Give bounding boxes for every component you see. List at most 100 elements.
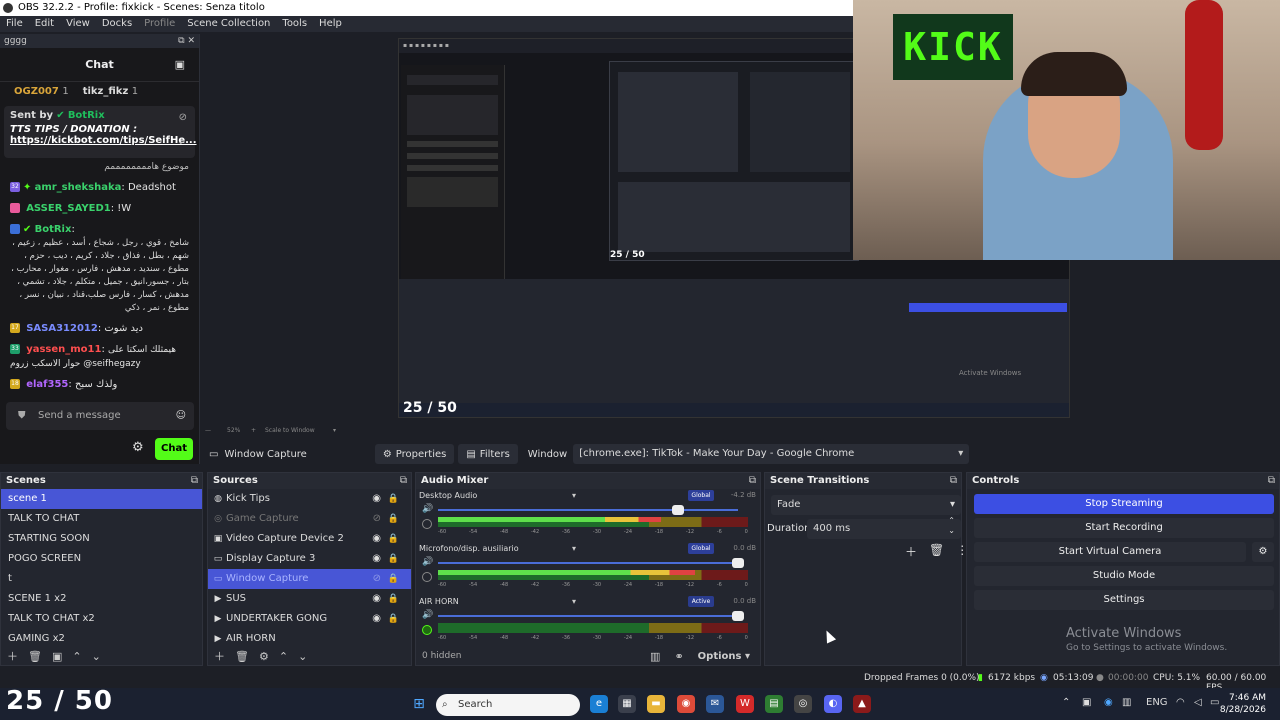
eye-hidden-icon[interactable]: ⊘ <box>373 569 381 589</box>
start-virtual-camera-button[interactable]: Start Virtual Camera <box>974 542 1246 562</box>
source-item[interactable]: ▭ Display Capture 3 ◉ 🔒 <box>208 549 411 569</box>
scene-item[interactable]: t <box>1 569 202 589</box>
lock-icon[interactable]: 🔒 <box>388 569 399 589</box>
options-button[interactable]: Options ▾ <box>698 651 750 662</box>
volume-slider-knob[interactable] <box>732 611 744 621</box>
eye-hidden-icon[interactable]: ⊘ <box>373 509 381 529</box>
gear-icon[interactable]: ⚙ <box>132 440 144 455</box>
add-scene-icon[interactable]: ＋ <box>7 648 18 664</box>
send-chat-button[interactable]: Chat <box>155 438 193 460</box>
language-indicator[interactable]: ENG <box>1146 697 1168 708</box>
volume-slider[interactable] <box>438 615 738 617</box>
chevron-down-icon[interactable]: ▾ <box>572 544 576 553</box>
scene-item[interactable]: scene 1 <box>1 489 202 509</box>
volume-slider-knob[interactable] <box>732 558 744 568</box>
volume-icon[interactable]: 🔊 <box>422 557 433 567</box>
gear-icon[interactable]: ⚙ <box>259 650 269 663</box>
source-item[interactable]: ▣ Video Capture Device 2 ◉ 🔒 <box>208 529 411 549</box>
clock[interactable]: 7:46 AM 8/28/2026 <box>1220 692 1266 716</box>
eye-icon[interactable]: ◉ <box>372 589 381 609</box>
gift-icon[interactable]: ▣ <box>175 48 185 82</box>
zoom-in-icon[interactable]: + <box>251 427 256 434</box>
wps-icon[interactable]: W <box>736 695 754 713</box>
app-icon[interactable]: ▲ <box>853 695 871 713</box>
chevron-down-icon[interactable]: ▾ <box>572 491 576 500</box>
menu-help[interactable]: Help <box>313 16 348 32</box>
lock-icon[interactable]: 🔒 <box>388 589 399 609</box>
scene-item[interactable]: POGO SCREEN <box>1 549 202 569</box>
chat-username[interactable]: BotRix <box>35 224 72 235</box>
windows-start-icon[interactable]: ⊞ <box>410 695 428 713</box>
start-recording-button[interactable]: Start Recording <box>974 518 1274 538</box>
menu-docks[interactable]: Docks <box>96 16 138 32</box>
scale-mode[interactable]: Scale to Window <box>265 427 315 434</box>
dock-popout-icon[interactable]: ⧉ <box>749 473 756 489</box>
menu-tools[interactable]: Tools <box>276 16 313 32</box>
menu-edit[interactable]: Edit <box>29 16 60 32</box>
volume-slider[interactable] <box>438 509 738 511</box>
unpin-icon[interactable]: ⊘ <box>179 112 187 123</box>
move-down-icon[interactable]: ⌄ <box>298 650 307 663</box>
source-item[interactable]: ◎ Game Capture ⊘ 🔒 <box>208 509 411 529</box>
dock-popout-icon[interactable]: ⧉ <box>1268 473 1275 489</box>
move-up-icon[interactable]: ⌃ <box>72 650 81 663</box>
dock-popout-icon[interactable]: ⧉ <box>400 473 407 489</box>
scene-item[interactable]: SCENE 1 x2 <box>1 589 202 609</box>
dock-popout-icon[interactable]: ⧉ <box>191 473 198 489</box>
chat-input[interactable]: ⛊ Send a message ☺ <box>6 402 194 430</box>
lock-icon[interactable]: 🔒 <box>388 489 399 509</box>
lock-icon[interactable]: 🔒 <box>388 529 399 549</box>
eye-icon[interactable]: ◉ <box>372 549 381 569</box>
store-icon[interactable]: ▦ <box>618 695 636 713</box>
pinned-link[interactable]: https://kickbot.com/tips/SeifHe... <box>10 135 197 146</box>
dock-popout-icon[interactable]: ⧉ <box>950 473 957 489</box>
studio-mode-button[interactable]: Studio Mode <box>974 566 1274 586</box>
chevron-down-icon[interactable]: ⌄ <box>177 136 185 147</box>
tray-app-icon[interactable]: ▥ <box>1122 697 1131 708</box>
source-item[interactable]: ▶ AIR HORN <box>208 629 411 643</box>
leader-2[interactable]: tikz_fikz 1 <box>83 86 138 100</box>
scene-item[interactable]: TALK TO CHAT <box>1 509 202 529</box>
battery-icon[interactable]: ▭ <box>1210 697 1219 708</box>
mail-icon[interactable]: ✉ <box>706 695 724 713</box>
monitor-icon[interactable] <box>422 625 432 635</box>
remove-source-icon[interactable]: 🗑 <box>235 650 249 663</box>
lock-icon[interactable]: 🔒 <box>388 509 399 529</box>
volume-slider-knob[interactable] <box>672 505 684 515</box>
notes-icon[interactable]: ▤ <box>765 695 783 713</box>
leader-1[interactable]: OGZ007 1 <box>14 86 69 100</box>
eye-icon[interactable]: ◉ <box>372 609 381 629</box>
settings-button[interactable]: Settings <box>974 590 1274 610</box>
taskbar-search[interactable]: ⌕ Search <box>436 694 580 716</box>
add-transition-icon[interactable]: ＋ <box>905 543 917 560</box>
dock-float-close-icons[interactable]: ⧉ ✕ <box>178 34 195 48</box>
volume-slider[interactable] <box>438 562 738 564</box>
scene-item[interactable]: STARTING SOON <box>1 529 202 549</box>
tray-app-icon[interactable]: ▣ <box>1082 697 1091 708</box>
remove-scene-icon[interactable]: 🗑 <box>28 650 42 663</box>
eye-icon[interactable]: ◉ <box>372 489 381 509</box>
source-item[interactable]: ▶ UNDERTAKER GONG ◉ 🔒 <box>208 609 411 629</box>
window-select[interactable]: [chrome.exe]: TikTok - Make Your Day - G… <box>573 444 970 464</box>
obs-taskbar-icon[interactable]: ◎ <box>794 695 812 713</box>
pinned-bot-name[interactable]: BotRix <box>68 110 105 121</box>
tray-app-icon[interactable]: ◉ <box>1104 697 1113 708</box>
filters-button[interactable]: ▤ Filters <box>458 444 518 464</box>
layout-icon[interactable]: ▥ <box>650 650 660 663</box>
gear-icon[interactable]: ⚙ <box>1252 542 1274 562</box>
wifi-icon[interactable]: ◠ <box>1176 697 1185 708</box>
source-item[interactable]: ▶ SUS ◉ 🔒 <box>208 589 411 609</box>
chat-username[interactable]: elaf355 <box>26 379 68 390</box>
move-up-icon[interactable]: ⌃ <box>279 650 288 663</box>
remove-transition-icon[interactable]: 🗑 <box>929 543 944 560</box>
duration-spinbox[interactable]: 400 ms ⌃ ⌄ <box>807 516 961 539</box>
chevron-down-icon[interactable]: ▾ <box>572 597 576 606</box>
chat-username[interactable]: ASSER_SAYED1 <box>26 203 111 214</box>
stop-streaming-button[interactable]: Stop Streaming <box>974 494 1274 514</box>
volume-icon[interactable]: ◁ <box>1194 697 1202 708</box>
add-source-icon[interactable]: ＋ <box>214 648 225 664</box>
scene-item[interactable]: GAMING x2 <box>1 629 202 643</box>
lock-icon[interactable]: 🔒 <box>388 609 399 629</box>
link-icon[interactable]: ⚭ <box>674 650 683 663</box>
spin-arrows-icon[interactable]: ⌃ ⌄ <box>948 516 955 536</box>
